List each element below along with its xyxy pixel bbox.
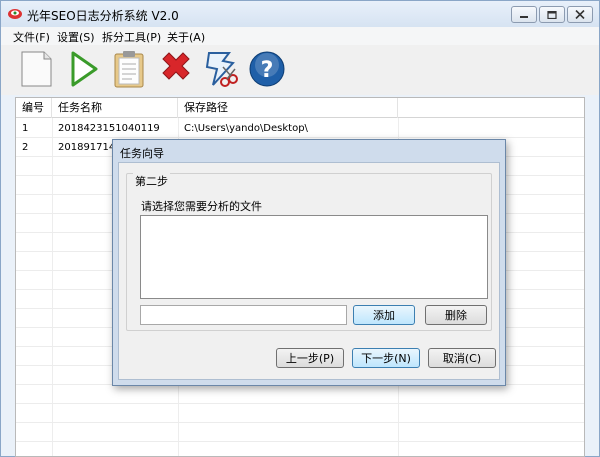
play-icon[interactable] bbox=[63, 49, 103, 89]
table-row bbox=[16, 404, 584, 423]
column-header-save-path[interactable]: 保存路径 bbox=[178, 98, 398, 118]
menu-file[interactable]: 文件(F) bbox=[13, 29, 50, 45]
maximize-icon bbox=[547, 10, 557, 19]
menu-split-tools[interactable]: 拆分工具(P) bbox=[102, 29, 161, 45]
toolbar: ? bbox=[1, 45, 599, 95]
maximize-button[interactable] bbox=[539, 6, 565, 23]
table-row bbox=[16, 423, 584, 442]
previous-step-button[interactable]: 上一步(P) bbox=[276, 348, 344, 368]
table-header: 编号 任务名称 保存路径 bbox=[16, 98, 584, 118]
dialog-title: 任务向导 bbox=[120, 147, 164, 160]
title-bar[interactable]: 光年SEO日志分析系统 V2.0 bbox=[1, 1, 599, 27]
menu-about[interactable]: 关于(A) bbox=[167, 29, 205, 45]
help-icon[interactable]: ? bbox=[247, 49, 287, 89]
add-button[interactable]: 添加 bbox=[353, 305, 415, 325]
delete-button[interactable]: 删除 bbox=[425, 305, 487, 325]
main-window: 光年SEO日志分析系统 V2.0 文件(F) 设置(S) 拆分工具(P) 关于(… bbox=[0, 0, 600, 457]
step-label: 第二步 bbox=[133, 173, 170, 189]
step-group: 第二步 请选择您需要分析的文件 添加 删除 bbox=[126, 173, 492, 331]
task-wizard-dialog: 任务向导 第二步 请选择您需要分析的文件 添加 删除 上一步(P) 下一步(N)… bbox=[112, 139, 506, 386]
cancel-button[interactable]: 取消(C) bbox=[428, 348, 496, 368]
close-icon bbox=[575, 10, 585, 19]
clipboard-icon[interactable] bbox=[109, 49, 149, 89]
menu-bar: 文件(F) 设置(S) 拆分工具(P) 关于(A) bbox=[1, 27, 599, 45]
svg-text:?: ? bbox=[261, 58, 274, 83]
row-id: 1 bbox=[22, 123, 29, 134]
next-step-button[interactable]: 下一步(N) bbox=[352, 348, 420, 368]
instruction-text: 请选择您需要分析的文件 bbox=[141, 200, 262, 213]
dialog-body: 第二步 请选择您需要分析的文件 添加 删除 上一步(P) 下一步(N) 取消(C… bbox=[118, 162, 500, 380]
delete-x-icon[interactable] bbox=[156, 49, 196, 89]
file-list[interactable] bbox=[140, 215, 488, 299]
column-header-task-name[interactable]: 任务名称 bbox=[52, 98, 178, 118]
close-button[interactable] bbox=[567, 6, 593, 23]
column-header-id[interactable]: 编号 bbox=[16, 98, 52, 118]
minimize-icon bbox=[520, 15, 528, 18]
split-tool-icon[interactable] bbox=[203, 49, 243, 89]
row-save-path: C:\Users\yando\Desktop\ bbox=[184, 123, 308, 134]
app-logo-icon bbox=[8, 9, 22, 19]
minimize-button[interactable] bbox=[511, 6, 537, 23]
window-title: 光年SEO日志分析系统 V2.0 bbox=[27, 9, 179, 23]
table-row bbox=[16, 385, 584, 404]
file-path-input[interactable] bbox=[140, 305, 347, 325]
row-task-name: 2018423151040119 bbox=[58, 123, 160, 134]
table-row[interactable]: 1 2018423151040119 C:\Users\yando\Deskto… bbox=[16, 119, 584, 138]
menu-settings[interactable]: 设置(S) bbox=[57, 29, 95, 45]
new-file-icon[interactable] bbox=[16, 49, 56, 89]
row-id: 2 bbox=[22, 142, 29, 153]
